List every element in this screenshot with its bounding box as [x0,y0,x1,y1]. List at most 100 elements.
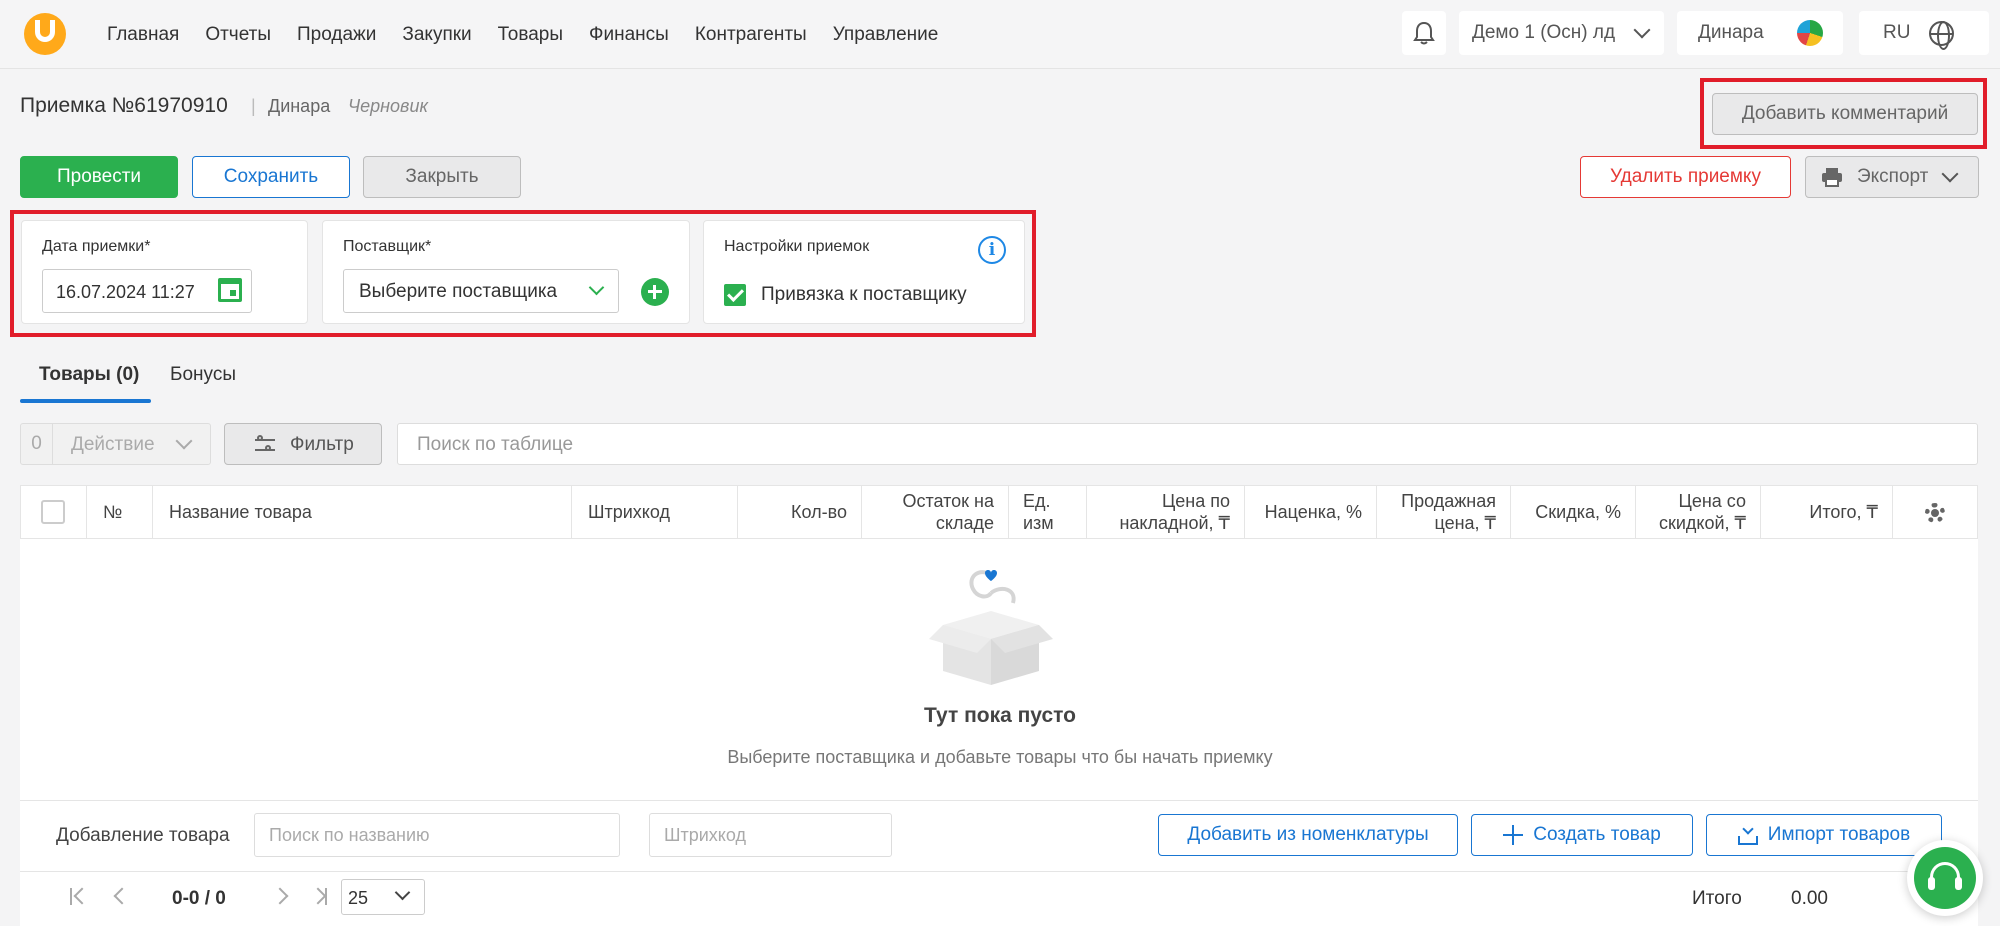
organization-select[interactable]: Демо 1 (Осн) лд [1459,11,1664,55]
receipt-date-input[interactable]: 16.07.2024 11:27 [42,269,252,313]
create-product-button[interactable]: Создать товар [1471,814,1693,856]
add-from-catalog-button[interactable]: Добавить из номенклатуры [1158,814,1458,856]
empty-box-icon [929,570,1053,685]
empty-state-subtitle: Выберите поставщика и добавьте товары чт… [727,747,1273,767]
bulk-action-select[interactable]: 0 Действие [20,423,211,465]
nav-item-sales[interactable]: Продажи [297,24,376,46]
export-label: Экспорт [1857,166,1929,187]
supplier-card: Поставщик* Выберите поставщика [322,220,690,324]
receipt-date-label: Дата приемки* [42,238,151,255]
nav-item-reports[interactable]: Отчеты [205,24,271,46]
brand-logo[interactable] [24,13,66,55]
notifications-button[interactable] [1402,11,1446,55]
barcode-input[interactable]: Штрихкод [649,813,892,857]
nav-item-purchases[interactable]: Закупки [402,24,471,46]
column-stock[interactable]: Остаток на складе [862,486,1009,538]
column-discount[interactable]: Скидка, % [1511,486,1636,538]
receipt-settings-label: Настройки приемок [724,238,870,255]
first-page-icon-bar [70,888,72,905]
chevron-down-icon [1941,165,1959,183]
page-title: Приемка №61970910 [20,94,228,117]
sliders-icon [255,435,275,454]
delete-receipt-button[interactable]: Удалить приемку [1580,156,1791,198]
column-product-name[interactable]: Название товара [153,486,572,538]
last-page-icon-bar [325,888,327,905]
table-search-input[interactable]: Поиск по таблице [397,423,1978,465]
post-button[interactable]: Провести [20,156,178,198]
calendar-icon[interactable] [218,278,242,302]
column-quantity[interactable]: Кол-во [738,486,862,538]
import-products-button[interactable]: Импорт товаров [1706,814,1942,856]
page-size-value: 25 [348,888,369,908]
top-navbar: Главная Отчеты Продажи Закупки Товары Фи… [0,0,2000,69]
chevron-down-icon [175,432,193,450]
language-select[interactable]: RU [1859,11,1989,55]
column-total[interactable]: Итого, ₸ [1761,486,1893,538]
chevron-down-icon [394,884,411,901]
column-markup[interactable]: Наценка, % [1245,486,1377,538]
main-nav: Главная Отчеты Продажи Закупки Товары Фи… [107,24,938,46]
globe-icon [1929,21,1954,50]
bind-supplier-checkbox[interactable] [724,284,746,306]
supplier-label: Поставщик* [343,238,432,255]
chevron-down-icon [1633,21,1651,39]
product-name-search-input[interactable]: Поиск по названию [254,813,620,857]
chevron-down-icon [588,279,605,296]
nav-item-counterparties[interactable]: Контрагенты [695,24,807,46]
filter-label: Фильтр [290,434,354,455]
supplier-placeholder: Выберите поставщика [359,281,558,302]
empty-state-title: Тут пока пусто [924,704,1076,727]
receipt-date-value: 16.07.2024 11:27 [56,282,195,302]
export-button[interactable]: Экспорт [1805,156,1979,198]
avatar [1797,20,1823,46]
info-icon[interactable]: i [978,236,1006,264]
receipt-settings-card: Настройки приемок i Привязка к поставщик… [703,220,1025,324]
download-icon [1737,825,1758,845]
nav-item-products[interactable]: Товары [498,24,563,46]
printer-icon [1822,168,1842,187]
add-from-catalog-label: Добавить из номенклатуры [1187,824,1429,845]
bulk-action-label: Действие [71,434,155,455]
add-supplier-button[interactable] [641,278,669,306]
selected-count: 0 [21,424,53,464]
gear-icon[interactable] [1925,503,1945,523]
supplier-select[interactable]: Выберите поставщика [343,269,619,313]
headset-icon [1928,862,1962,890]
user-menu[interactable]: Динара [1677,11,1843,55]
pagination-range: 0-0 / 0 [172,888,226,909]
select-all-checkbox[interactable] [41,500,65,524]
column-unit[interactable]: Ед. изм [1009,486,1087,538]
add-comment-button[interactable]: Добавить комментарий [1712,93,1978,135]
nav-item-home[interactable]: Главная [107,24,179,46]
import-products-label: Импорт товаров [1767,824,1911,845]
bell-icon [1413,21,1435,45]
nav-item-finance[interactable]: Финансы [589,24,669,46]
add-product-label: Добавление товара [56,825,230,846]
support-chat-button-bg [1914,847,1976,909]
support-chat-button[interactable] [1907,840,1983,916]
page-size-select[interactable]: 25 [341,879,425,915]
filter-button[interactable]: Фильтр [224,423,382,465]
bind-supplier-label: Привязка к поставщику [761,284,967,305]
total-value: 0.00 [1791,888,1828,909]
column-discounted-price[interactable]: Цена со скидкой, ₸ [1636,486,1761,538]
status-badge: Черновик [348,96,428,116]
column-barcode[interactable]: Штрихкод [572,486,738,538]
column-sale-price[interactable]: Продажная цена, ₸ [1377,486,1511,538]
create-product-label: Создать товар [1533,824,1661,845]
save-button[interactable]: Сохранить [192,156,350,198]
organization-name: Демо 1 (Осн) лд [1472,22,1616,43]
close-button[interactable]: Закрыть [363,156,521,198]
tab-products[interactable]: Товары (0) [39,364,139,386]
nav-item-management[interactable]: Управление [833,24,939,46]
table-header: № Название товара Штрихкод Кол-во Остато… [20,485,1978,539]
language-code: RU [1883,22,1911,43]
title-separator: | [251,96,256,116]
active-tab-indicator [20,399,151,403]
column-invoice-price[interactable]: Цена по накладной, ₸ [1087,486,1245,538]
total-label: Итого [1692,888,1742,909]
tab-bonuses[interactable]: Бонусы [170,364,236,386]
receipt-date-card: Дата приемки* 16.07.2024 11:27 [21,220,308,324]
column-number[interactable]: № [87,486,153,538]
column-select-all [21,486,87,538]
